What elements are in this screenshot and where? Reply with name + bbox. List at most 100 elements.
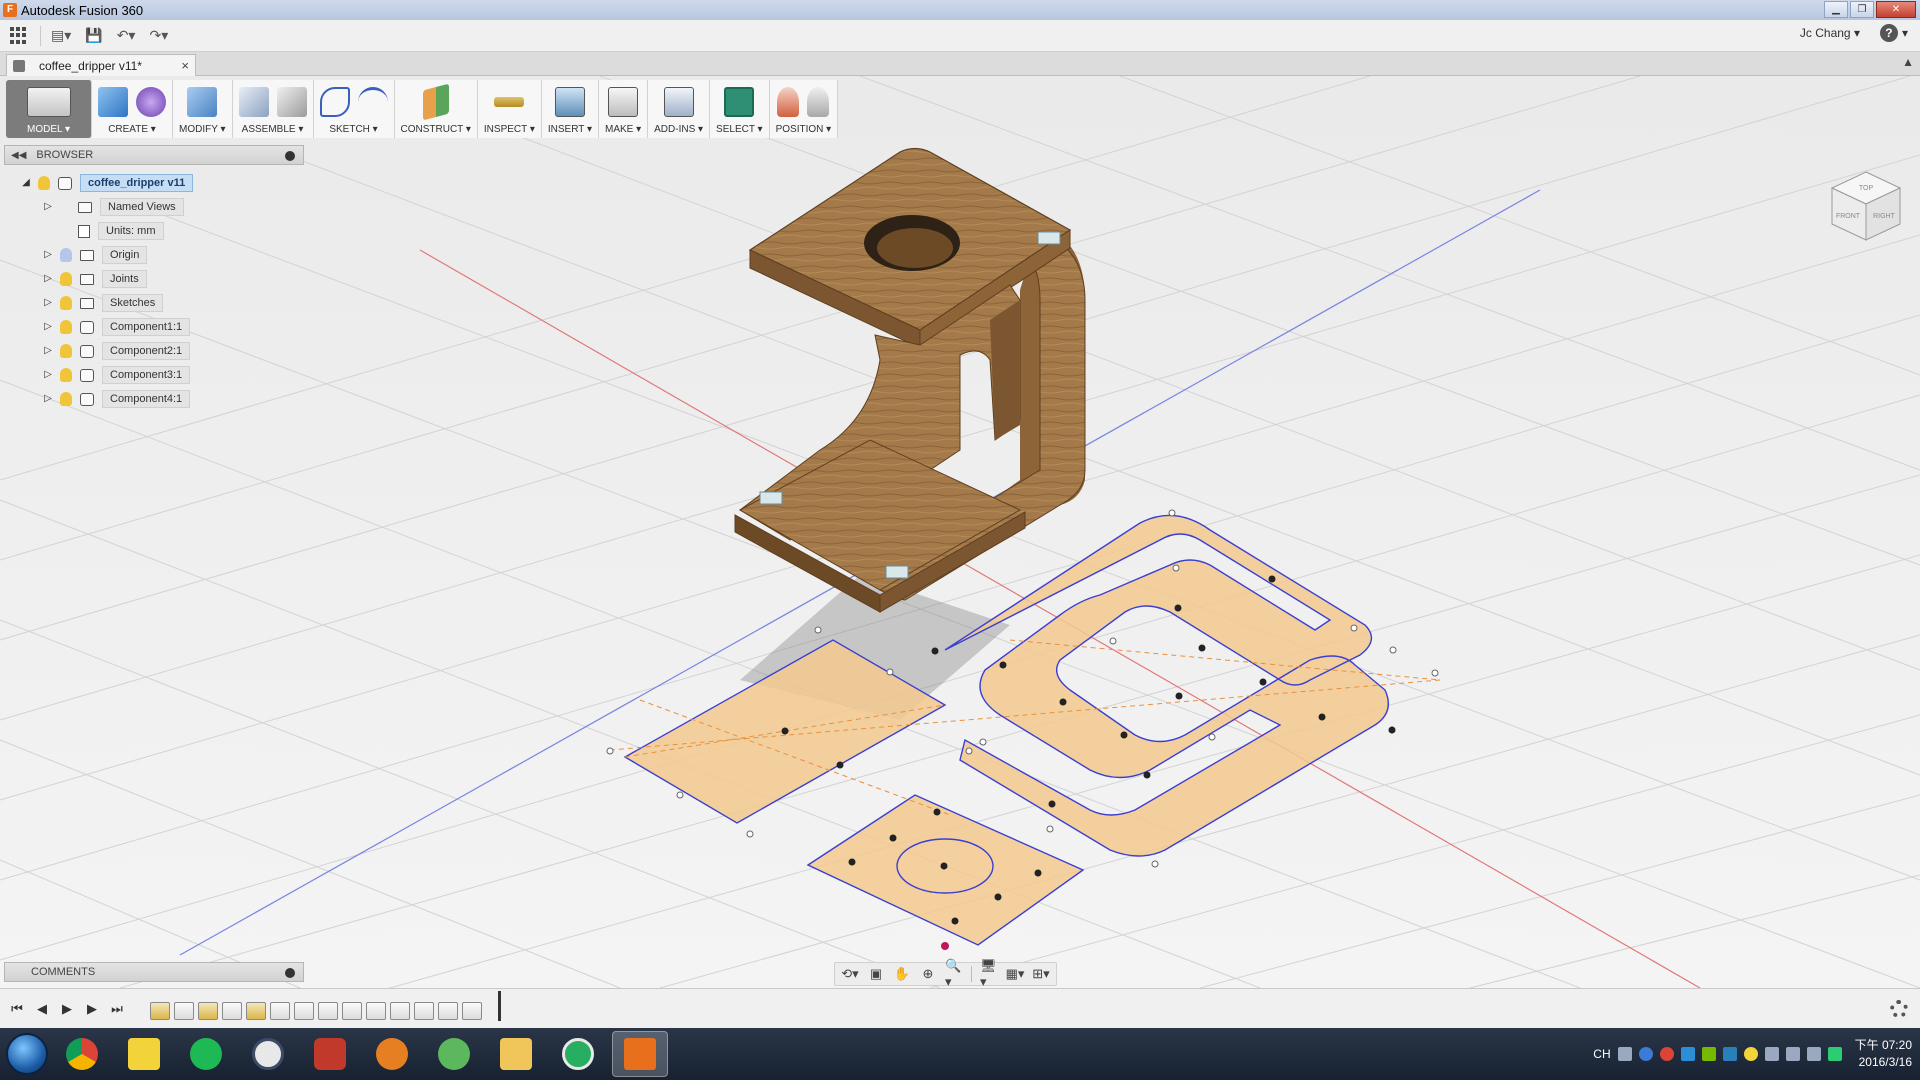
taskbar-sync-app[interactable] [550,1031,606,1077]
create-menu[interactable]: CREATE ▾ [92,80,173,138]
timeline-joint-feature[interactable] [390,1002,410,1020]
chrome-tray-icon[interactable] [1659,1047,1674,1061]
help-menu[interactable]: ? ▾ [1879,24,1908,42]
restore-button[interactable]: ❐ [1850,1,1874,18]
timeline-sketch-feature[interactable] [246,1002,266,1020]
redo-button[interactable]: ↷▾ [145,24,172,48]
form-sphere-icon[interactable] [136,87,166,117]
save-button[interactable]: 💾 [81,24,106,48]
user-menu[interactable]: Jc Chang ▾ [1800,26,1860,40]
collapse-toolbar-icon[interactable]: ▲ [1902,55,1914,69]
tree-item-component2[interactable]: ▷ Component2:1 [4,339,304,363]
start-button[interactable] [6,1033,48,1075]
coffee-dripper-model[interactable] [734,147,1086,613]
tree-item-component3[interactable]: ▷ Component3:1 [4,363,304,387]
step-back-icon[interactable]: ◀ [34,1001,50,1017]
comments-header[interactable]: COMMENTS [4,962,304,982]
timeline-joint-feature[interactable] [342,1002,362,1020]
minimize-button[interactable]: ▁ [1824,1,1848,18]
select-menu[interactable]: SELECT ▾ [710,80,770,138]
timeline-joint-feature[interactable] [366,1002,386,1020]
tree-item-component4[interactable]: ▷ Component4:1 [4,387,304,411]
timeline-move-feature[interactable] [462,1002,482,1020]
taskbar-clock-app[interactable] [240,1031,296,1077]
fit-zoom-icon[interactable]: 🔍▾ [945,958,963,989]
viewports-icon[interactable]: ⊞▾ [1032,966,1050,982]
modify-menu[interactable]: MODIFY ▾ [173,80,233,138]
taskbar-utorrent[interactable] [426,1031,482,1077]
insert-menu[interactable]: INSERT ▾ [541,80,599,138]
joint-icon[interactable] [1037,231,1061,245]
construct-menu[interactable]: CONSTRUCT ▾ [394,80,478,138]
select-cursor-icon[interactable] [724,87,755,117]
make-menu[interactable]: MAKE ▾ [598,80,649,138]
expand-arrow-icon[interactable]: ▷ [42,345,54,357]
display-settings-icon[interactable]: 🖥▾ [980,958,998,989]
joint-icon[interactable] [885,565,909,579]
visibility-bulb-icon[interactable] [38,176,50,190]
notes-tray-icon[interactable] [1743,1047,1758,1061]
network-tray-icon[interactable] [1785,1047,1800,1061]
arc-icon[interactable] [357,87,388,117]
tree-item-sketches[interactable]: ▷ Sketches [4,291,304,315]
new-component-icon[interactable] [238,87,269,117]
capture-position-icon[interactable] [777,87,800,117]
timeline-move-feature[interactable] [414,1002,434,1020]
sketch-profile-top-panel[interactable] [806,794,1085,946]
taskbar-camera-app[interactable] [302,1031,358,1077]
measure-icon[interactable] [494,97,525,107]
taskbar-explorer[interactable] [488,1031,544,1077]
taskbar-fusion360[interactable] [612,1031,668,1077]
orbit-icon[interactable]: ⟲▾ [841,966,859,982]
workspace-switcher[interactable]: MODEL ▾ [6,80,92,138]
visibility-bulb-icon[interactable] [60,272,72,286]
joint-icon[interactable] [759,491,783,505]
root-component-label[interactable]: coffee_dripper v11 [80,174,194,192]
timeline-track[interactable] [150,999,482,1023]
expand-arrow-icon[interactable]: ▷ [42,297,54,309]
taskbar-chrome[interactable] [54,1031,110,1077]
tree-item-joints[interactable]: ▷ Joints [4,267,304,291]
revert-position-icon[interactable] [807,87,830,117]
collapse-browser-icon[interactable]: ◀◀ [11,150,26,161]
battery-tray-icon[interactable] [1827,1047,1842,1061]
sketch-profile-back-panel[interactable] [944,514,1389,857]
insert-image-icon[interactable] [554,87,585,117]
inspect-menu[interactable]: INSPECT ▾ [477,80,542,138]
visibility-bulb-icon[interactable] [60,248,72,262]
view-cube[interactable]: TOP FRONT RIGHT [1826,166,1906,246]
flag-tray-icon[interactable] [1764,1047,1779,1061]
tree-item-named-views[interactable]: ▷ Named Views [4,195,304,219]
create-sketch-icon[interactable] [319,87,350,117]
timeline-move-feature[interactable] [438,1002,458,1020]
expand-arrow-icon[interactable]: ▷ [42,393,54,405]
add-comment-icon[interactable] [285,968,295,978]
taskbar-clock[interactable]: 下午 07:20 2016/3/16 [1855,1037,1912,1071]
pan-hand-icon[interactable]: ✋ [893,966,911,982]
timeline-extrude-feature[interactable] [270,1002,290,1020]
tree-item-units[interactable]: Units: mm [4,219,304,243]
3d-print-icon[interactable] [608,87,639,117]
sketch-menu[interactable]: SKETCH ▾ [313,80,395,138]
timeline-joint-feature[interactable] [318,1002,338,1020]
file-menu-button[interactable]: ▤▾ [47,24,75,48]
collapse-arrow-icon[interactable]: ◢ [20,177,32,189]
close-tab-icon[interactable]: × [181,58,189,73]
step-forward-icon[interactable]: ▶ [84,1001,100,1017]
origin-sketch-point[interactable] [941,942,949,950]
add-ins-menu[interactable]: ADD-INS ▾ [648,80,711,138]
timeline-position-marker[interactable] [498,991,501,1021]
document-tab[interactable]: coffee_dripper v11* × [6,54,196,76]
pin-icon[interactable] [285,151,295,161]
visibility-bulb-icon[interactable] [60,368,72,382]
taskbar-spotify[interactable] [178,1031,234,1077]
viewcube-right-label[interactable]: RIGHT [1873,213,1896,220]
expand-arrow-icon[interactable]: ▷ [42,201,54,213]
press-pull-icon[interactable] [187,87,218,117]
security-tray-icon[interactable] [1722,1047,1737,1061]
expand-arrow-icon[interactable]: ▷ [42,249,54,261]
expand-arrow-icon[interactable]: ▷ [42,273,54,285]
assemble-menu[interactable]: ASSEMBLE ▾ [232,80,314,138]
undo-button[interactable]: ↶▾ [113,24,140,48]
tree-root[interactable]: ◢ coffee_dripper v11 [4,171,304,195]
